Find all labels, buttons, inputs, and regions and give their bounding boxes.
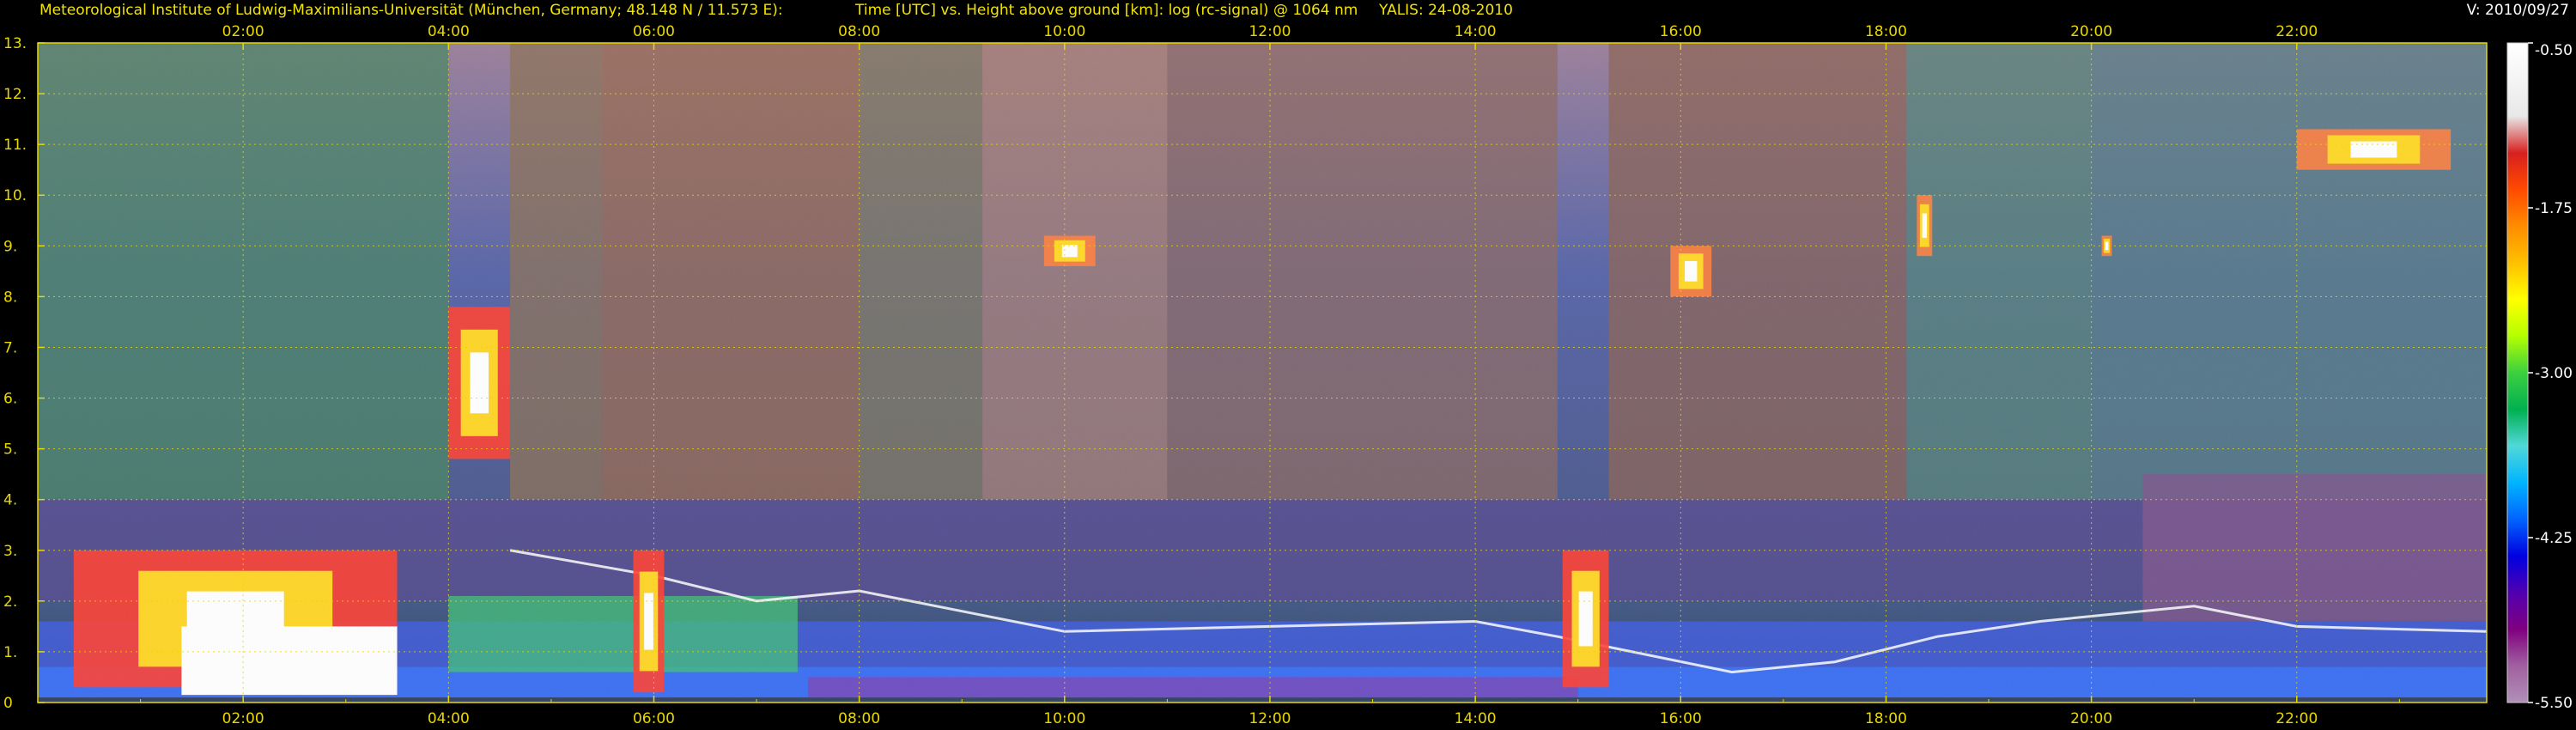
- y-tick-label: 11.: [3, 137, 27, 154]
- y-tick-label: 3.: [3, 543, 17, 560]
- x-tick-label-top: 22:00: [2275, 23, 2318, 40]
- version-label: V: 2010/09/27: [2466, 2, 2569, 19]
- plot-description-title: Time [UTC] vs. Height above ground [km]:…: [855, 2, 1358, 19]
- y-tick-label: 2.: [3, 593, 17, 611]
- colorbar-tick-label: -5.50: [2535, 695, 2573, 712]
- instrument-date-label: YALIS: 24-08-2010: [1379, 2, 1513, 19]
- x-tick-label: 10:00: [1043, 710, 1085, 727]
- y-tick-label: 13.: [3, 35, 27, 52]
- y-tick-label: 4.: [3, 492, 17, 509]
- x-tick-label-top: 18:00: [1865, 23, 1907, 40]
- x-tick-label: 14:00: [1455, 710, 1497, 727]
- x-tick-label-top: 10:00: [1043, 23, 1085, 40]
- y-tick-label: 0: [3, 695, 13, 712]
- x-tick-label: 16:00: [1660, 710, 1702, 727]
- cloud-features: [38, 43, 2487, 703]
- y-tick-label: 1.: [3, 644, 17, 661]
- colorbar-bar: [2506, 42, 2529, 703]
- x-tick-label: 18:00: [1865, 710, 1907, 727]
- y-tick-label: 12.: [3, 86, 27, 103]
- x-tick-label: 22:00: [2275, 710, 2318, 727]
- x-tick-label: 12:00: [1249, 710, 1291, 727]
- x-tick-label-top: 20:00: [2070, 23, 2112, 40]
- institute-title: Meteorological Institute of Ludwig-Maxim…: [39, 2, 783, 19]
- x-tick-label: 04:00: [428, 710, 470, 727]
- colorbar: -0.50 -1.75 -3.00 -4.25 -5.50: [2506, 42, 2573, 712]
- y-tick-label: 5.: [3, 441, 17, 459]
- x-tick-label-top: 02:00: [222, 23, 264, 40]
- x-tick-label: 08:00: [838, 710, 880, 727]
- x-tick-label-top: 12:00: [1249, 23, 1291, 40]
- x-tick-label-top: 04:00: [428, 23, 470, 40]
- y-tick-label: 9.: [3, 238, 17, 255]
- x-tick-label-top: 14:00: [1455, 23, 1497, 40]
- colorbar-tick-label: -0.50: [2535, 42, 2573, 59]
- colorbar-tick-label: -1.75: [2535, 200, 2573, 217]
- colorbar-tick-label: -4.25: [2535, 530, 2573, 547]
- x-tick-label-top: 06:00: [633, 23, 675, 40]
- y-tick-label: 8.: [3, 289, 17, 306]
- x-tick-label: 06:00: [633, 710, 675, 727]
- colorbar-tick-label: -3.00: [2535, 365, 2573, 382]
- y-tick-label: 7.: [3, 339, 17, 356]
- lidar-heatmap-chart: 02:00 02:00 04:00 04:00 06:00 06:00 08:00 08:00…: [3, 23, 2573, 727]
- signal-noise-overlay: [38, 43, 2487, 703]
- x-tick-label: 02:00: [222, 710, 264, 727]
- x-tick-label-top: 16:00: [1660, 23, 1702, 40]
- x-tick-label-top: 08:00: [838, 23, 880, 40]
- x-tick-label: 20:00: [2070, 710, 2112, 727]
- y-tick-label: 10.: [3, 187, 27, 204]
- y-tick-label: 6.: [3, 391, 17, 408]
